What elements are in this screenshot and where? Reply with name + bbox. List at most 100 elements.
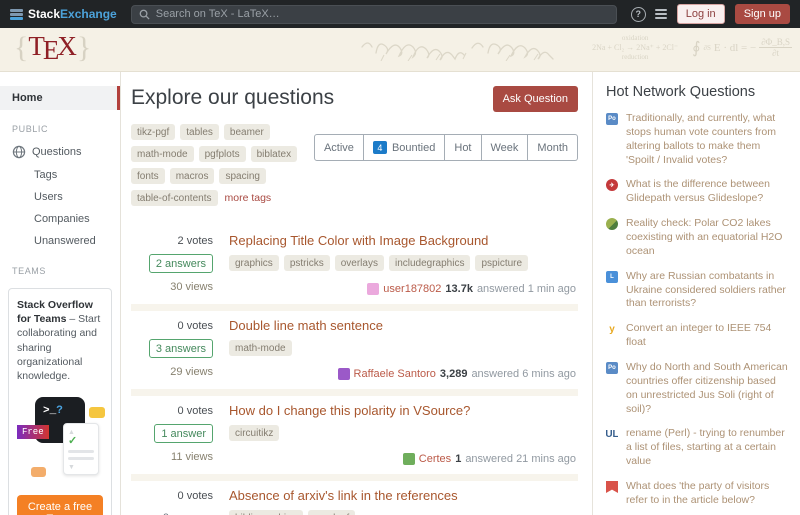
more-tags-link[interactable]: more tags (225, 192, 272, 204)
question-row: 2 votes 2 answers 30 views Replacing Tit… (131, 226, 578, 304)
filter-tab-bountied[interactable]: 4Bountied (364, 134, 445, 161)
user-avatar[interactable] (403, 453, 415, 465)
create-free-team-button[interactable]: Create a free Team (17, 495, 103, 515)
question-list: 2 votes 2 answers 30 views Replacing Tit… (131, 226, 578, 515)
sidebar-item-unanswered[interactable]: Unanswered (0, 230, 120, 252)
speech-bubble-icon (89, 407, 105, 418)
hot-question-link[interactable]: Po Why do North and South American count… (606, 361, 788, 416)
filter-tab-week[interactable]: Week (482, 134, 529, 161)
globe-icon (12, 145, 26, 159)
tag-pill[interactable]: bibliographies (229, 510, 303, 515)
sidebar-item-label: Users (34, 191, 63, 203)
sidebar-item-users[interactable]: Users (0, 186, 120, 208)
teams-illustration: >_? ▲ ✓ ▼ Free (17, 393, 109, 489)
question-title-link[interactable]: How do I change this polarity in VSource… (229, 403, 578, 418)
question-tags: graphics pstricks overlays includegraphicsp… (229, 255, 578, 277)
stackexchange-logo-text: StackExchange (28, 7, 117, 21)
filter-tab-hot[interactable]: Hot (445, 134, 481, 161)
tag-pill[interactable]: fonts (131, 168, 165, 184)
hot-question-text: Why do North and South American countrie… (626, 361, 788, 416)
tag-pill[interactable]: tikz-pgf (131, 124, 175, 140)
hot-network-questions-list: Po Traditionally, and currently, what st… (606, 112, 788, 515)
sign-up-button[interactable]: Sign up (735, 4, 790, 24)
tag-pill[interactable]: tables (180, 124, 219, 140)
search-input[interactable] (156, 8, 609, 20)
sidebar-item-home[interactable]: Home (0, 86, 120, 110)
aviation-site-icon: ✈ (606, 179, 618, 191)
help-icon[interactable]: ? (631, 7, 646, 22)
sidebar-item-companies[interactable]: Companies (0, 208, 120, 230)
question-title-link[interactable]: Absence of arxiv's link in the reference… (229, 488, 578, 503)
tag-pill[interactable]: overleaf (308, 510, 356, 515)
question-stats: 0 votes 1 answer 11 views (131, 403, 213, 465)
user-link[interactable]: user187802 (383, 283, 441, 295)
ask-question-button[interactable]: Ask Question (493, 86, 578, 112)
tag-pill[interactable]: pspicture (475, 255, 528, 271)
stackexchange-logo[interactable]: StackExchange (10, 7, 117, 21)
vote-count: 0 votes (131, 320, 213, 332)
hot-question-link[interactable]: Po Traditionally, and currently, what st… (606, 112, 788, 167)
tag-pill[interactable]: pgfplots (199, 146, 246, 162)
filter-tab-active[interactable]: Active (314, 134, 364, 161)
user-link[interactable]: Raffaele Santoro (354, 368, 436, 380)
vote-count: 2 votes (131, 235, 213, 247)
user-avatar[interactable] (338, 368, 350, 380)
tag-pill[interactable]: table-of-contents (131, 190, 218, 206)
tag-pill[interactable]: math-mode (229, 340, 292, 356)
tag-pill[interactable]: pstricks (284, 255, 330, 271)
politics-site-icon: Po (606, 362, 618, 374)
teams-promo-text: Stack Overflow for Teams – Start collabo… (17, 298, 103, 383)
sidebar-item-label: Tags (34, 169, 57, 181)
hot-question-link[interactable]: ✈ What is the difference between Glidepa… (606, 178, 788, 206)
tex-site-logo[interactable]: {TEX} (14, 31, 91, 65)
law-site-icon: L (606, 271, 618, 283)
search-bar[interactable] (131, 5, 617, 24)
ell-site-icon (606, 481, 618, 493)
question-title-link[interactable]: Replacing Title Color with Image Backgro… (229, 233, 578, 248)
activity-timestamp: answered 6 mins ago (471, 368, 576, 380)
hot-question-link[interactable]: UL rename (Perl) - trying to renumber a … (606, 427, 788, 469)
tag-pill[interactable]: spacing (219, 168, 265, 184)
filter-tab-month[interactable]: Month (528, 134, 578, 161)
page-title: Explore our questions (131, 86, 334, 110)
tag-pill[interactable]: biblatex (251, 146, 297, 162)
tag-pill[interactable]: graphics (229, 255, 279, 271)
log-in-button[interactable]: Log in (677, 4, 725, 24)
vote-count: 0 votes (131, 490, 213, 502)
tag-pill[interactable]: includegraphics (389, 255, 471, 271)
user-reputation: 3,289 (440, 368, 468, 380)
hot-question-link[interactable]: Reality check: Polar CO2 lakes coexistin… (606, 217, 788, 259)
answer-count-badge: 2 answers (149, 254, 213, 273)
tag-pill[interactable]: circuitikz (229, 425, 279, 441)
sidebar-item-tags[interactable]: Tags (0, 164, 120, 186)
answer-count-badge: 1 answer (154, 424, 213, 443)
site-header: {TEX} oxidation 2Na + Cl₂ → 2Na⁺ + 2Cl⁻ … (0, 28, 800, 72)
checklist-illustration: ▲ ✓ ▼ (63, 423, 99, 475)
question-meta: user187802 13.7k answered 1 min ago (229, 283, 578, 295)
tag-pill[interactable]: macros (170, 168, 215, 184)
hot-question-link[interactable]: L Why are Russian combatants in Ukraine … (606, 270, 788, 312)
question-stats: 2 votes 2 answers 30 views (131, 233, 213, 295)
tag-pill[interactable]: math-mode (131, 146, 194, 162)
hot-question-link[interactable]: y Convert an integer to IEEE 754 float (606, 322, 788, 350)
view-count: 11 views (131, 451, 213, 463)
teams-promo-card: Stack Overflow for Teams – Start collabo… (8, 288, 112, 515)
sidebar-item-questions[interactable]: Questions (0, 140, 120, 164)
left-sidebar: Home PUBLIC QuestionsTagsUsersCompaniesU… (0, 72, 121, 515)
user-link[interactable]: Certes (419, 453, 451, 465)
tag-pill[interactable]: overlays (335, 255, 384, 271)
popular-tags: tikz-pgf tables beamer math-mode pgfplots bib… (131, 124, 314, 212)
filter-tab-label: Hot (454, 142, 471, 154)
tag-pill[interactable]: beamer (224, 124, 270, 140)
sidebar-public-items: Questions Tags Users CompaniesUnanswered (0, 140, 120, 252)
hot-network-questions-title: Hot Network Questions (606, 84, 788, 100)
free-badge: Free (17, 425, 49, 439)
top-bar: StackExchange ? Log in Sign up (0, 0, 800, 28)
hot-question-text: Reality check: Polar CO2 lakes coexistin… (626, 217, 788, 259)
activity-timestamp: answered 1 min ago (477, 283, 576, 295)
question-meta: Certes 1 answered 21 mins ago (229, 453, 578, 465)
question-title-link[interactable]: Double line math sentence (229, 318, 578, 333)
site-switcher-icon[interactable] (654, 7, 669, 22)
hot-question-link[interactable]: What does 'the party of visitors refer t… (606, 480, 788, 508)
user-avatar[interactable] (367, 283, 379, 295)
